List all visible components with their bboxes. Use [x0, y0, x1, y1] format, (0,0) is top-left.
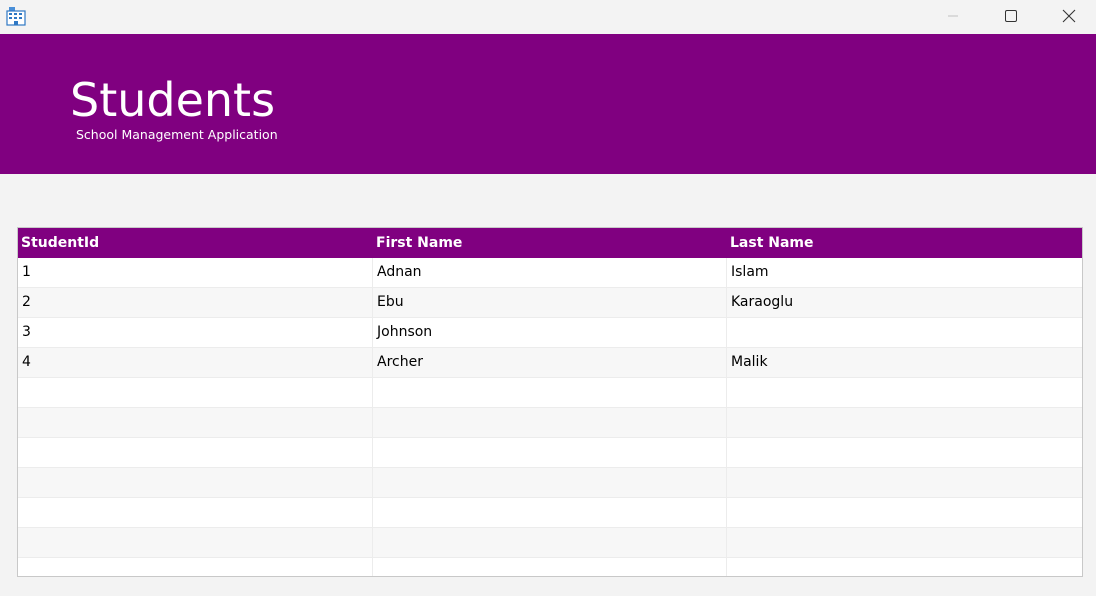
cell-first-name[interactable]: Johnson: [373, 318, 727, 347]
cell-last-name[interactable]: Karaoglu: [727, 288, 1082, 317]
cell-last-name[interactable]: [727, 438, 1082, 467]
column-header-first-name[interactable]: First Name: [373, 228, 727, 258]
grid-rows: 1 Adnan Islam 2 Ebu Karaoglu 3 Johnson 4 Archer Ma…: [18, 258, 1082, 576]
close-icon: [1062, 9, 1076, 23]
cell-first-name[interactable]: [373, 468, 727, 497]
close-button[interactable]: [1040, 0, 1096, 32]
students-grid[interactable]: StudentId First Name Last Name 1 Adnan Isl…: [17, 227, 1083, 577]
cell-first-name[interactable]: [373, 378, 727, 407]
cell-last-name[interactable]: [727, 558, 1082, 576]
grid-header-row: StudentId First Name Last Name: [18, 228, 1082, 258]
cell-studentid[interactable]: [18, 438, 373, 467]
cell-last-name[interactable]: [727, 468, 1082, 497]
page-header: Students School Management Application: [0, 34, 1096, 174]
title-bar: [0, 0, 1096, 34]
cell-first-name[interactable]: Archer: [373, 348, 727, 377]
page-title: Students: [70, 73, 276, 127]
cell-studentid[interactable]: [18, 378, 373, 407]
table-row[interactable]: [18, 528, 1082, 558]
table-row[interactable]: [18, 558, 1082, 576]
building-icon: [6, 6, 26, 26]
cell-last-name[interactable]: [727, 318, 1082, 347]
cell-first-name[interactable]: Adnan: [373, 258, 727, 287]
cell-studentid[interactable]: [18, 498, 373, 527]
maximize-button[interactable]: [982, 0, 1040, 32]
table-row[interactable]: [18, 408, 1082, 438]
cell-studentid[interactable]: 4: [18, 348, 373, 377]
cell-studentid[interactable]: 2: [18, 288, 373, 317]
cell-studentid[interactable]: 1: [18, 258, 373, 287]
cell-studentid[interactable]: [18, 558, 373, 576]
cell-studentid[interactable]: [18, 408, 373, 437]
cell-studentid[interactable]: [18, 468, 373, 497]
minimize-button[interactable]: [924, 0, 982, 32]
cell-first-name[interactable]: [373, 528, 727, 557]
cell-last-name[interactable]: [727, 528, 1082, 557]
table-row[interactable]: 4 Archer Malik: [18, 348, 1082, 378]
maximize-icon: [1005, 10, 1017, 22]
cell-first-name[interactable]: [373, 438, 727, 467]
cell-last-name[interactable]: Malik: [727, 348, 1082, 377]
minimize-icon: [948, 15, 958, 17]
table-row[interactable]: [18, 438, 1082, 468]
cell-last-name[interactable]: [727, 408, 1082, 437]
table-row[interactable]: [18, 468, 1082, 498]
cell-studentid[interactable]: [18, 528, 373, 557]
cell-studentid[interactable]: 3: [18, 318, 373, 347]
cell-last-name[interactable]: Islam: [727, 258, 1082, 287]
cell-first-name[interactable]: [373, 408, 727, 437]
table-row[interactable]: 3 Johnson: [18, 318, 1082, 348]
cell-first-name[interactable]: Ebu: [373, 288, 727, 317]
column-header-last-name[interactable]: Last Name: [727, 228, 1082, 258]
column-header-studentid[interactable]: StudentId: [18, 228, 373, 258]
table-row[interactable]: [18, 498, 1082, 528]
table-row[interactable]: 1 Adnan Islam: [18, 258, 1082, 288]
cell-last-name[interactable]: [727, 378, 1082, 407]
table-row[interactable]: [18, 378, 1082, 408]
page-subtitle: School Management Application: [76, 127, 278, 142]
cell-first-name[interactable]: [373, 558, 727, 576]
table-row[interactable]: 2 Ebu Karaoglu: [18, 288, 1082, 318]
cell-last-name[interactable]: [727, 498, 1082, 527]
cell-first-name[interactable]: [373, 498, 727, 527]
